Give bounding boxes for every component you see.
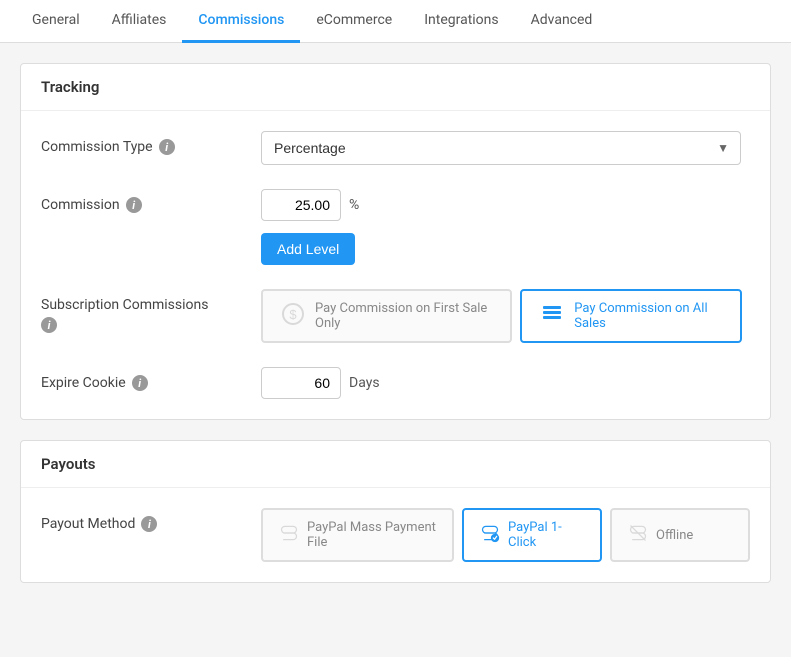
payout-option-offline[interactable]: Offline (610, 508, 750, 562)
commission-type-label: Commission Type i (41, 131, 261, 155)
tracking-header: Tracking (21, 64, 770, 111)
tab-general[interactable]: General (16, 0, 96, 43)
tab-integrations[interactable]: Integrations (408, 0, 514, 43)
main-content: Tracking Commission Type i Percentage Fl… (0, 43, 791, 623)
sub-option-first-sale-label: Pay Commission on First Sale Only (315, 301, 492, 331)
subscription-commissions-label: Subscription Commissions i (41, 289, 261, 333)
add-level-button[interactable]: Add Level (261, 233, 355, 265)
commission-type-control: Percentage Flat ▼ (261, 131, 750, 165)
commission-type-select-wrapper: Percentage Flat ▼ (261, 131, 741, 165)
paypal-1click-icon (480, 523, 500, 548)
expire-cookie-input-row: Days (261, 367, 750, 399)
expire-cookie-info-icon: i (132, 375, 148, 391)
commission-input-row: % (261, 189, 750, 221)
sub-option-first-sale[interactable]: $ Pay Commission on First Sale Only (261, 289, 512, 343)
payout-option-paypal-mass-label: PayPal Mass Payment File (307, 520, 436, 550)
expire-cookie-row: Expire Cookie i Days (41, 367, 750, 399)
payout-method-control: PayPal Mass Payment File (261, 508, 750, 562)
commission-input[interactable] (261, 189, 341, 221)
commission-info-icon: i (126, 197, 142, 213)
payout-option-paypal-mass[interactable]: PayPal Mass Payment File (261, 508, 454, 562)
payout-option-paypal-1click-label: PayPal 1-Click (508, 520, 584, 550)
commission-type-info-icon: i (159, 139, 175, 155)
commission-label: Commission i (41, 189, 261, 213)
stack-layers-icon (540, 302, 564, 331)
expire-cookie-control: Days (261, 367, 750, 399)
commission-control: % Add Level (261, 189, 750, 265)
payouts-body: Payout Method i Pa (21, 488, 770, 582)
payout-method-row: Payout Method i Pa (41, 508, 750, 562)
tab-ecommerce[interactable]: eCommerce (300, 0, 408, 43)
tabs-bar: General Affiliates Commissions eCommerce… (0, 0, 791, 43)
subscription-options: $ Pay Commission on First Sale Only (261, 289, 750, 343)
paypal-mass-icon (279, 523, 299, 548)
commission-unit-label: % (349, 197, 359, 213)
tracking-card: Tracking Commission Type i Percentage Fl… (20, 63, 771, 420)
payout-option-paypal-1click[interactable]: PayPal 1-Click (462, 508, 602, 562)
svg-text:$: $ (289, 307, 297, 322)
expire-cookie-label: Expire Cookie i (41, 367, 261, 391)
subscription-commissions-control: $ Pay Commission on First Sale Only (261, 289, 750, 343)
expire-cookie-unit-label: Days (349, 375, 380, 391)
commission-type-row: Commission Type i Percentage Flat ▼ (41, 131, 750, 165)
offline-icon (628, 523, 648, 548)
tracking-body: Commission Type i Percentage Flat ▼ (21, 111, 770, 419)
expire-cookie-input[interactable] (261, 367, 341, 399)
payout-method-info-icon: i (141, 516, 157, 532)
commission-type-select[interactable]: Percentage Flat (261, 131, 741, 165)
payouts-header: Payouts (21, 441, 770, 488)
dollar-circle-icon: $ (281, 302, 305, 331)
payout-method-label: Payout Method i (41, 508, 261, 532)
tab-affiliates[interactable]: Affiliates (96, 0, 183, 43)
subscription-commissions-info-icon: i (41, 317, 57, 333)
payout-options: PayPal Mass Payment File (261, 508, 750, 562)
sub-option-all-sales-label: Pay Commission on All Sales (574, 301, 722, 331)
sub-option-all-sales[interactable]: Pay Commission on All Sales (520, 289, 742, 343)
tab-commissions[interactable]: Commissions (182, 0, 300, 43)
tab-advanced[interactable]: Advanced (515, 0, 609, 43)
payout-option-offline-label: Offline (656, 528, 693, 543)
payouts-card: Payouts Payout Method i (20, 440, 771, 583)
commission-row: Commission i % Add Level (41, 189, 750, 265)
subscription-commissions-row: Subscription Commissions i $ (41, 289, 750, 343)
